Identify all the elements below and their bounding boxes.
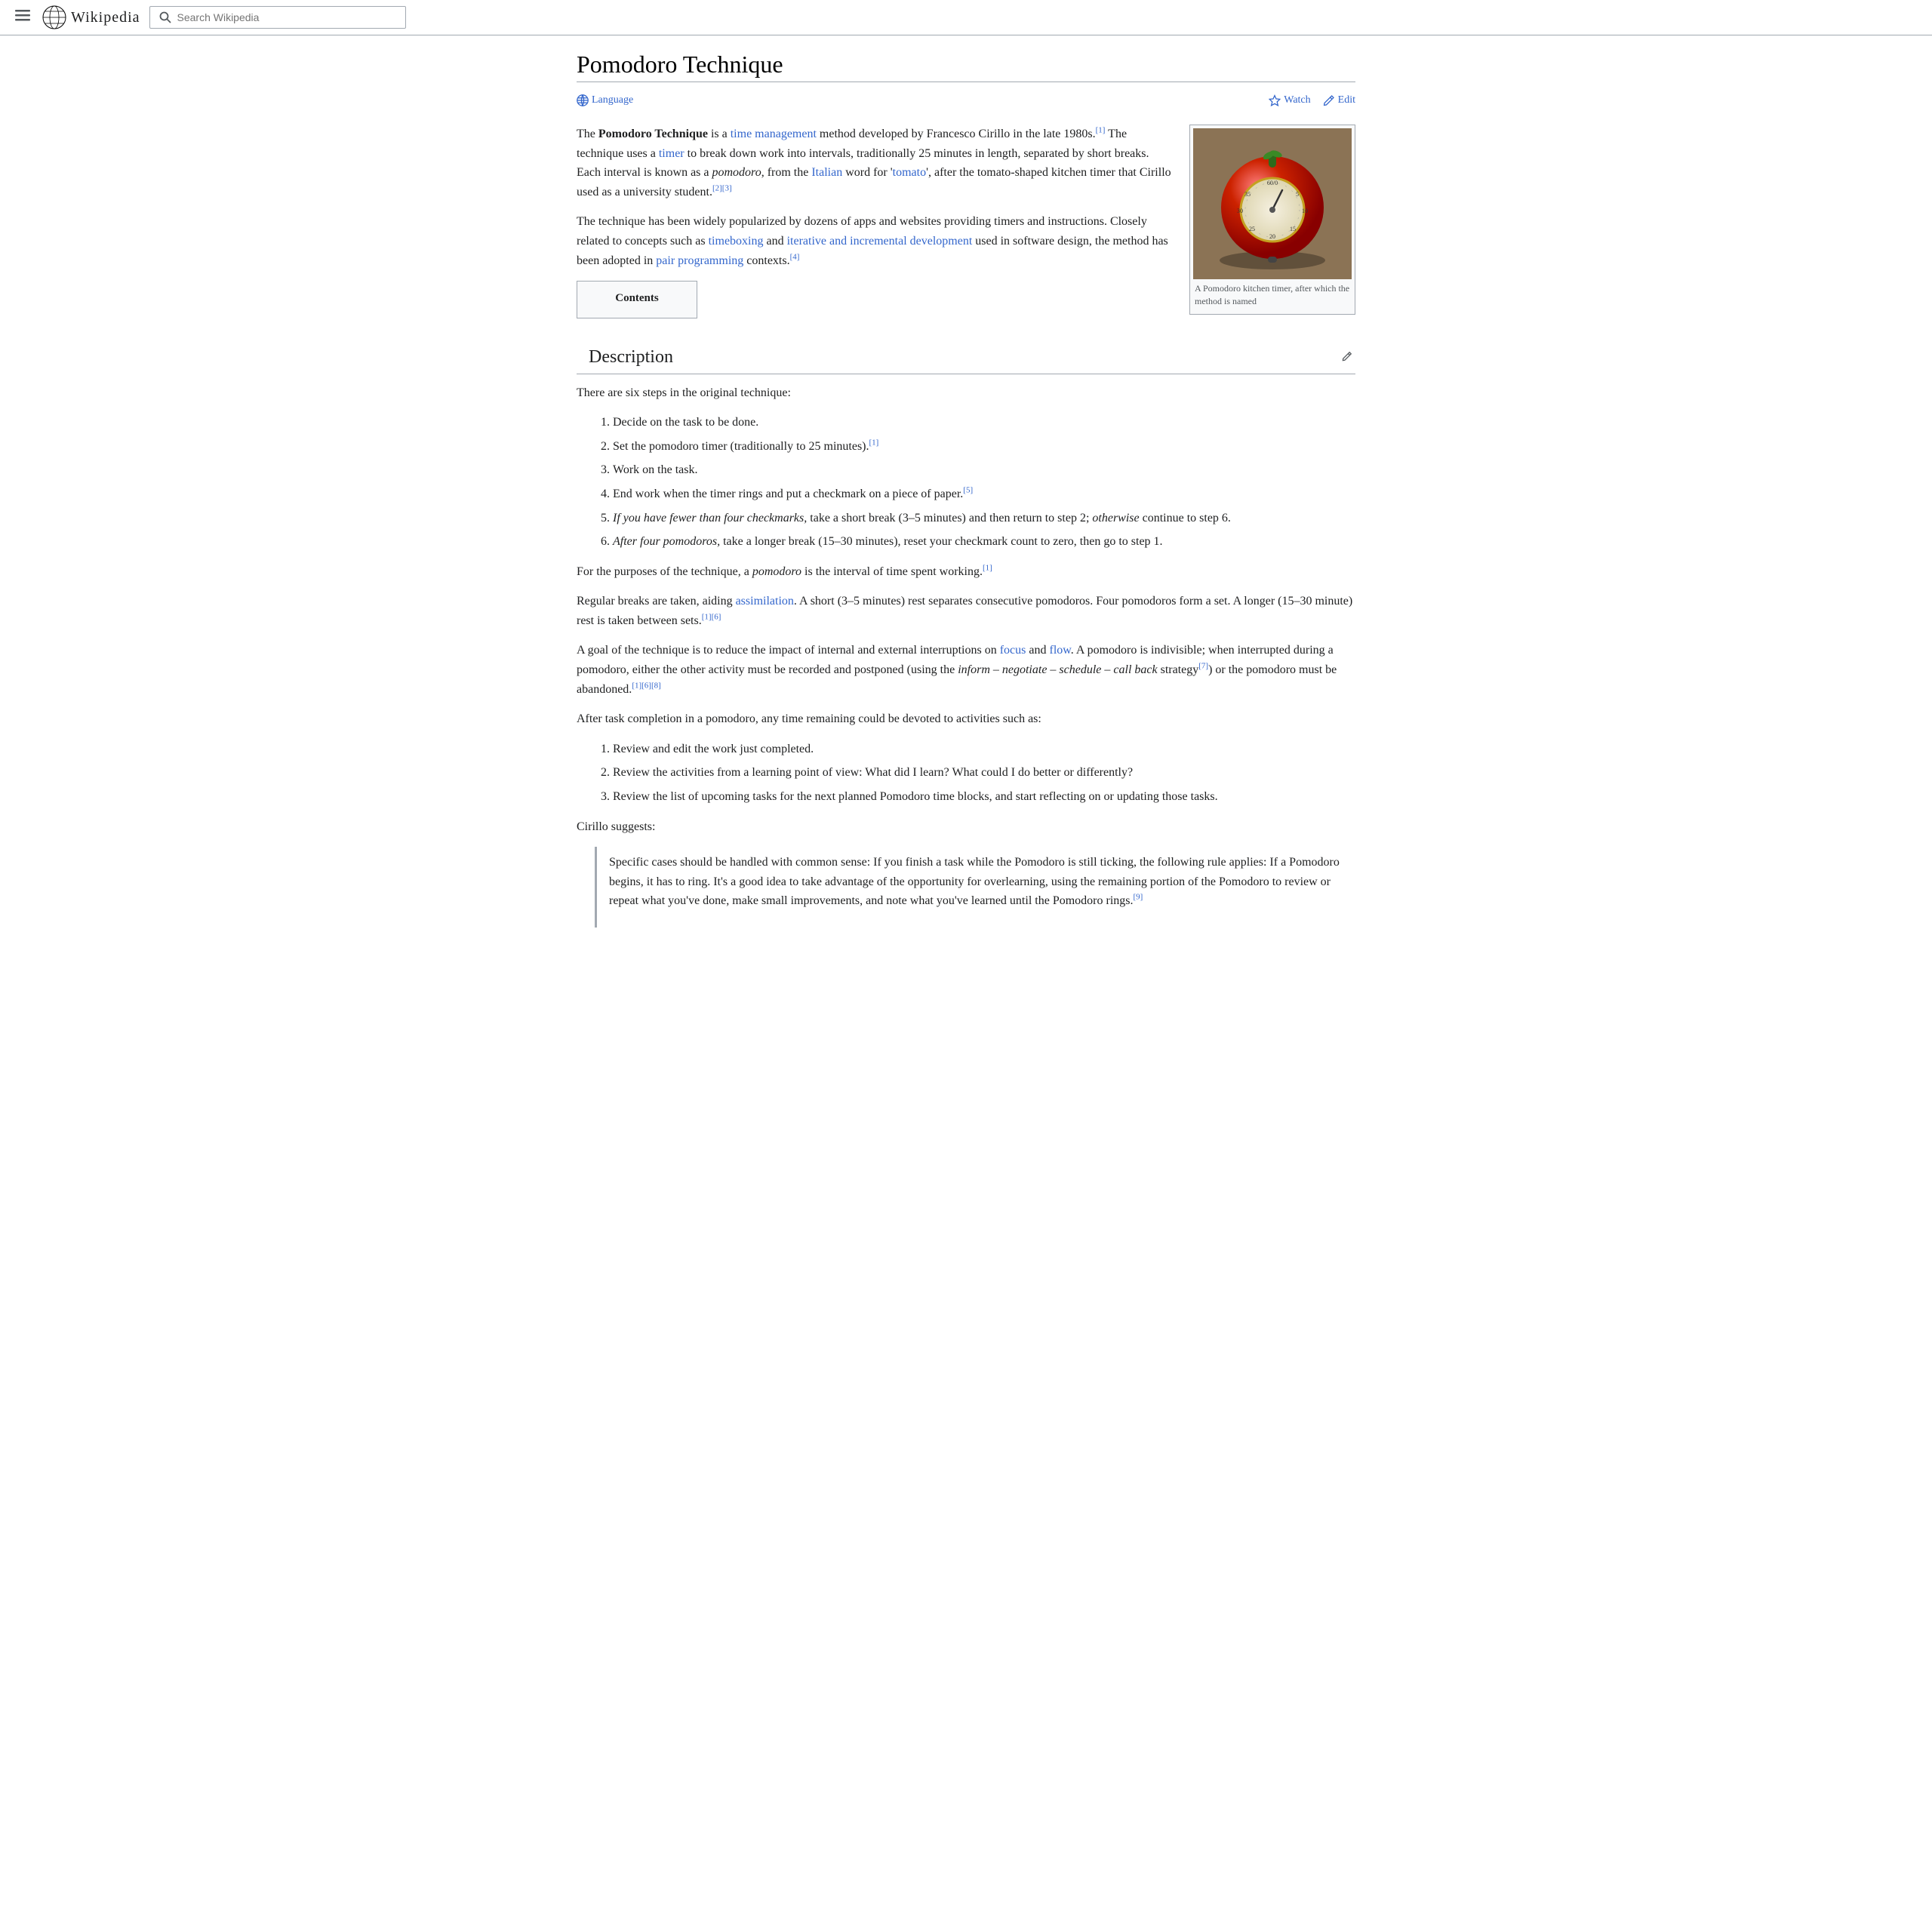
svg-text:30: 30 xyxy=(1237,208,1243,214)
list-item: If you have fewer than four checkmarks, … xyxy=(613,509,1355,528)
cite-1d[interactable]: [1] xyxy=(702,613,712,622)
cite-7[interactable]: [7] xyxy=(1198,662,1208,671)
watch-label: Watch xyxy=(1284,94,1310,106)
svg-text:35: 35 xyxy=(1244,191,1251,198)
cite-3[interactable]: [3] xyxy=(722,183,732,192)
cite-5[interactable]: [5] xyxy=(963,486,973,495)
cirillo-blockquote: Specific cases should be handled with co… xyxy=(595,847,1355,928)
link-iterative[interactable]: iterative and incremental development xyxy=(787,235,973,248)
search-input[interactable] xyxy=(177,11,396,23)
list-item: Set the pomodoro timer (traditionally to… xyxy=(613,437,1355,457)
page-title: Pomodoro Technique xyxy=(577,51,1355,82)
cite-8[interactable]: [8] xyxy=(651,681,661,690)
section1-intro: There are six steps in the original tech… xyxy=(577,383,1355,403)
cite-4[interactable]: [4] xyxy=(790,252,800,261)
cite-1a[interactable]: [1] xyxy=(1096,126,1106,135)
language-label: Language xyxy=(592,94,633,106)
svg-text:25: 25 xyxy=(1249,226,1255,232)
link-italian[interactable]: Italian xyxy=(811,166,842,179)
description-section-heading: Description xyxy=(577,343,1355,374)
image-caption: A Pomodoro kitchen timer, after which th… xyxy=(1193,279,1352,311)
list-item: Decide on the task to be done. xyxy=(613,413,1355,432)
blockquote-text: Specific cases should be handled with co… xyxy=(609,853,1343,911)
list-item: After four pomodoros, take a longer brea… xyxy=(613,532,1355,552)
svg-text:60/0: 60/0 xyxy=(1267,180,1278,186)
list-item: End work when the timer rings and put a … xyxy=(613,485,1355,504)
pencil-icon xyxy=(1342,351,1352,361)
star-icon xyxy=(1269,94,1281,106)
wikipedia-logo[interactable]: Wikipedia xyxy=(42,5,140,29)
contents-title: Contents xyxy=(589,289,685,307)
edit-icon xyxy=(1323,94,1335,106)
svg-text:5: 5 xyxy=(1296,191,1299,198)
link-time-management[interactable]: time management xyxy=(731,128,817,140)
list-item: Review the activities from a learning po… xyxy=(613,763,1355,783)
action-bar: Language Watch Edit xyxy=(577,94,1355,112)
tomato-image: 60/0 5 10 15 20 25 30 35 xyxy=(1193,128,1352,279)
completion-list: Review and edit the work just completed.… xyxy=(613,740,1355,807)
p-breaks: Regular breaks are taken, aiding assimil… xyxy=(577,592,1355,630)
cite-6b[interactable]: [6] xyxy=(641,681,651,690)
steps-list: Decide on the task to be done. Set the p… xyxy=(613,413,1355,552)
cite-2[interactable]: [2] xyxy=(712,183,722,192)
cite-6a[interactable]: [6] xyxy=(712,613,721,622)
p-completion: After task completion in a pomodoro, any… xyxy=(577,709,1355,729)
link-timer[interactable]: timer xyxy=(659,147,685,160)
language-button[interactable]: Language xyxy=(577,94,633,106)
main-content: Pomodoro Technique Language xyxy=(558,35,1374,968)
contents-box: Contents xyxy=(577,281,697,318)
article-body: 60/0 5 10 15 20 25 30 35 A Pomodoro kitc… xyxy=(577,125,1355,938)
cite-1b[interactable]: [1] xyxy=(869,438,879,447)
p-interruptions: A goal of the technique is to reduce the… xyxy=(577,641,1355,699)
infobox-image: 60/0 5 10 15 20 25 30 35 A Pomodoro kitc… xyxy=(1189,125,1355,315)
language-icon xyxy=(577,94,589,106)
list-item: Review and edit the work just completed. xyxy=(613,740,1355,759)
watch-button[interactable]: Watch xyxy=(1269,94,1310,106)
svg-text:20: 20 xyxy=(1269,233,1275,240)
search-icon xyxy=(159,11,171,23)
svg-text:15: 15 xyxy=(1290,226,1296,232)
link-timeboxing[interactable]: timeboxing xyxy=(709,235,764,248)
edit-label: Edit xyxy=(1338,94,1355,106)
list-item: Review the list of upcoming tasks for th… xyxy=(613,787,1355,807)
link-focus[interactable]: focus xyxy=(1000,644,1026,657)
svg-text:10: 10 xyxy=(1302,208,1308,214)
p-pomodoro: For the purposes of the technique, a pom… xyxy=(577,562,1355,582)
cite-1c[interactable]: [1] xyxy=(983,563,992,572)
list-item: Work on the task. xyxy=(613,460,1355,480)
site-header: Wikipedia xyxy=(0,0,1932,35)
link-tomato[interactable]: tomato xyxy=(893,166,926,179)
cirillo-suggests: Cirillo suggests: xyxy=(577,817,1355,837)
search-box xyxy=(149,6,406,29)
edit-button[interactable]: Edit xyxy=(1323,94,1355,106)
cite-1e[interactable]: [1] xyxy=(632,681,641,690)
link-flow[interactable]: flow xyxy=(1049,644,1070,657)
edit-section-button[interactable] xyxy=(1339,349,1355,365)
link-pair-programming[interactable]: pair programming xyxy=(656,254,743,267)
logo-text: Wikipedia xyxy=(71,9,140,26)
cite-9[interactable]: [9] xyxy=(1133,893,1143,902)
section-title-description: Description xyxy=(577,343,673,371)
link-assimilation[interactable]: assimilation xyxy=(736,595,794,608)
menu-icon[interactable] xyxy=(12,5,33,30)
